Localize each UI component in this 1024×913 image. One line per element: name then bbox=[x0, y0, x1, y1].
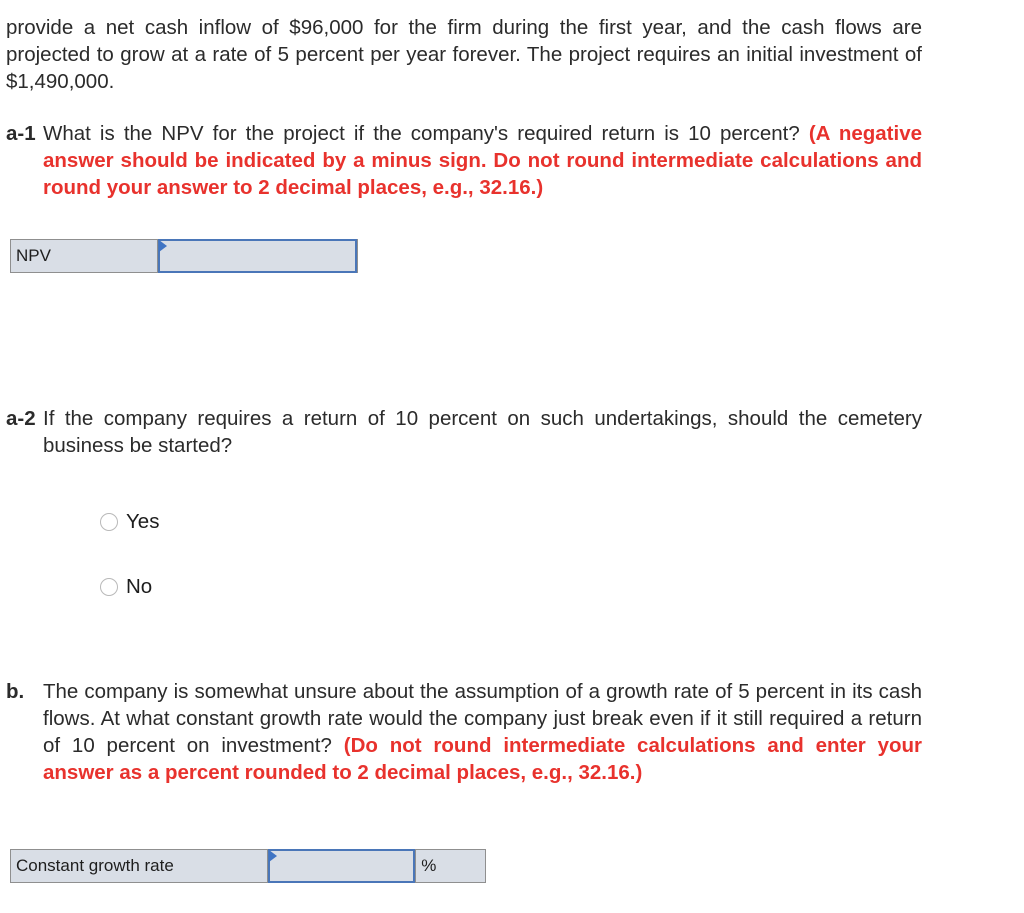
question-a1-number: a-1 bbox=[6, 122, 36, 145]
growth-rate-label: Constant growth rate bbox=[11, 850, 268, 882]
question-a2: a-2 If the company requires a return of … bbox=[6, 405, 922, 459]
question-b: b. The company is somewhat unsure about … bbox=[6, 678, 922, 786]
npv-input-cell[interactable] bbox=[158, 239, 357, 273]
radio-label-yes: Yes bbox=[126, 510, 160, 533]
question-b-number: b. bbox=[6, 680, 25, 703]
radio-button-no[interactable] bbox=[100, 578, 118, 596]
percent-unit-label: % bbox=[415, 850, 485, 882]
radio-option-no[interactable]: No bbox=[100, 575, 152, 599]
growth-rate-input[interactable] bbox=[269, 851, 414, 881]
radio-option-yes[interactable]: Yes bbox=[100, 510, 159, 534]
input-flag-icon bbox=[159, 240, 168, 252]
npv-label: NPV bbox=[11, 240, 159, 272]
question-a2-text: If the company requires a return of 10 p… bbox=[43, 407, 922, 457]
radio-button-yes[interactable] bbox=[100, 513, 118, 531]
question-a1: a-1 What is the NPV for the project if t… bbox=[6, 120, 922, 201]
growth-rate-input-cell[interactable] bbox=[267, 849, 416, 883]
question-a2-number: a-2 bbox=[6, 407, 36, 430]
npv-input[interactable] bbox=[160, 241, 355, 271]
question-a1-text: What is the NPV for the project if the c… bbox=[43, 122, 800, 145]
radio-label-no: No bbox=[126, 575, 153, 598]
growth-rate-answer-table: Constant growth rate % bbox=[10, 849, 486, 883]
problem-intro-text: provide a net cash inflow of $96,000 for… bbox=[6, 16, 922, 93]
input-flag-icon bbox=[268, 850, 277, 862]
npv-answer-table: NPV bbox=[10, 239, 358, 273]
